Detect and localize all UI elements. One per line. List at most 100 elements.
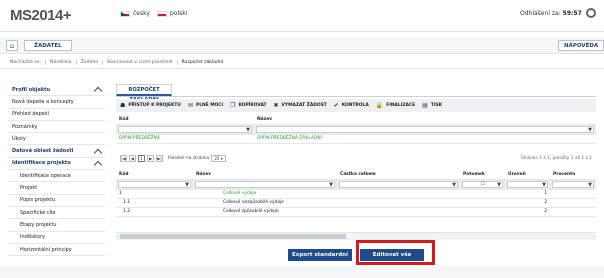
toolbar-button[interactable]: ☗ PŘÍSTUP K PROJEKTU bbox=[120, 102, 181, 109]
filter-icon[interactable]: ▼ bbox=[329, 182, 333, 188]
filter-icon[interactable]: ▼ bbox=[452, 182, 456, 188]
sidebar-item[interactable]: Přehled depeší bbox=[8, 109, 105, 121]
sidebar-item[interactable]: Úkoly bbox=[8, 133, 105, 146]
sidebar-item[interactable]: Etapy projektu bbox=[8, 219, 105, 232]
lang-polish-label: polski bbox=[170, 10, 188, 17]
toolbar-button[interactable]: 🔒 FINALIZACE bbox=[376, 102, 415, 109]
filter-icon[interactable]: ▼ bbox=[588, 127, 592, 133]
table-cell bbox=[460, 198, 505, 208]
pager-last-icon[interactable]: ▶| bbox=[156, 155, 163, 162]
sidebar-item[interactable]: Nová depeše a koncepty bbox=[8, 96, 105, 109]
column-filter[interactable]: ▼ bbox=[193, 179, 337, 190]
sidebar-item[interactable]: Identifikace projektu bbox=[8, 158, 105, 171]
sidebar: Profil objektu Nová depeše a koncepty Přeh… bbox=[8, 84, 105, 257]
filter-icon[interactable]: ▼ bbox=[497, 182, 501, 188]
sidebar-item[interactable]: Identifikace operace bbox=[8, 170, 105, 183]
column-filter[interactable]: ▼ bbox=[505, 179, 550, 190]
filter-icon[interactable]: ▼ bbox=[246, 127, 250, 133]
top-table: Kód Název ▼ ▼ DPPIK-PŘEDBĚŽNÁ DPPIK-PŘEDBĚŽ… bbox=[116, 115, 596, 144]
checkbox-icon[interactable]: ☐ bbox=[481, 182, 485, 187]
per-page-label: Položek na stránku bbox=[168, 156, 210, 161]
toolbar-button[interactable]: ✖ VYMAZAT ŽÁDOST bbox=[274, 102, 327, 109]
top-header: MS2014+ česky polski Odhlášení za: 59:57 bbox=[0, 0, 604, 32]
chevron-up-icon[interactable] bbox=[93, 160, 103, 170]
sidebar-item[interactable]: Popis projektu bbox=[8, 195, 105, 207]
scrollbar-thumb[interactable] bbox=[120, 234, 346, 239]
filter-kod[interactable]: ▼ bbox=[116, 124, 254, 135]
per-page-select[interactable]: 25 ▾ bbox=[211, 155, 226, 162]
col-kod-header: Kód bbox=[116, 115, 254, 125]
toolbar-button[interactable]: ❐ KOPÍROVAT bbox=[230, 102, 266, 109]
logo-text: MS2014+ bbox=[10, 7, 72, 24]
sidebar-item-label: Identifikace operace bbox=[20, 172, 71, 179]
pager-prev-icon[interactable]: ◀ bbox=[129, 155, 136, 162]
filter-input[interactable]: ▼ bbox=[118, 180, 191, 188]
logout-label: Odhlášení za: bbox=[520, 10, 561, 17]
column-filter[interactable]: ▼ bbox=[116, 179, 193, 190]
col-header: Částka celkem bbox=[337, 170, 460, 180]
breadcrumb-item-nastenka[interactable]: Nástěnka bbox=[46, 60, 77, 65]
filter-icon[interactable]: ▼ bbox=[185, 182, 189, 188]
budget-table: Kód Název Částka celkem Potomek Úroveň Procen… bbox=[116, 170, 596, 217]
settings-gear-icon[interactable] bbox=[586, 8, 596, 18]
toolbar-button[interactable]: ✔ KONTROLA bbox=[334, 102, 369, 109]
table-row[interactable]: 1 Celkové výdaje 1 bbox=[116, 189, 596, 199]
pager-next-icon[interactable]: ▶ bbox=[147, 155, 154, 162]
table-cell: 1 bbox=[116, 189, 193, 199]
pager-current-page[interactable]: 1 bbox=[138, 155, 145, 162]
col-header: Potomek bbox=[460, 170, 505, 180]
horizontal-scrollbar[interactable] bbox=[116, 232, 596, 240]
chevron-up-icon[interactable] bbox=[93, 86, 103, 96]
breadcrumb-item-project[interactable]: Kosmonaut v cizím prostředí bbox=[103, 60, 178, 65]
sidebar-item[interactable]: Poznámky bbox=[8, 121, 105, 134]
copy-icon: ❐ bbox=[230, 102, 236, 109]
filter-icon[interactable]: ▼ bbox=[588, 182, 592, 188]
filter-nazev[interactable]: ▼ bbox=[254, 124, 596, 135]
row-nazev[interactable]: DPPIK-PŘEDBĚŽNÁ-ZÁKLADNÍ bbox=[254, 134, 596, 144]
sidebar-item[interactable]: Horizontální principy bbox=[8, 244, 105, 257]
sidebar-item[interactable]: Indikátory bbox=[8, 232, 105, 244]
table-row[interactable]: 1.2 Celkové způsobilé výdaje 2 bbox=[116, 207, 596, 217]
row-kod[interactable]: DPPIK-PŘEDBĚŽNÁ bbox=[116, 134, 254, 144]
toolbar-button[interactable]: ▤ TISK bbox=[422, 102, 442, 109]
column-filter[interactable]: ▼ bbox=[337, 179, 460, 190]
sidebar-item-label: Úkoly bbox=[12, 135, 26, 142]
chevron-up-icon[interactable] bbox=[93, 148, 103, 157]
sidebar-item[interactable]: Profil objektu bbox=[8, 84, 105, 97]
col-header: Procento bbox=[550, 170, 596, 180]
lang-czech[interactable]: česky bbox=[120, 10, 150, 17]
tab-rozpocet-zakladni[interactable]: ROZPOČET ZÁKLADNÍ bbox=[116, 84, 172, 103]
filter-icon[interactable]: ▼ bbox=[542, 182, 546, 188]
toolbar-button[interactable]: ✉ PLNÉ MOCI bbox=[188, 102, 223, 109]
highlight-frame bbox=[356, 240, 435, 265]
sidebar-item[interactable]: Projekt bbox=[8, 182, 105, 195]
pager-first-icon[interactable]: |◀ bbox=[120, 155, 127, 162]
table-row[interactable]: 1.1 Celkové nezpůsobilé výdaje 2 bbox=[116, 198, 596, 208]
filter-input[interactable]: ▼ bbox=[195, 180, 335, 188]
sidebar-item[interactable]: Specifické cíle bbox=[8, 207, 105, 220]
filter-input[interactable]: ▼ bbox=[339, 180, 458, 188]
table-cell bbox=[337, 207, 460, 217]
table-cell: Celkové nezpůsobilé výdaje bbox=[193, 198, 337, 208]
pager-info: Stránka 1 z 1, položky 1 až 1 z 1 bbox=[520, 156, 592, 161]
app-logo[interactable]: MS2014+ bbox=[10, 7, 72, 24]
column-filter[interactable]: ▼ bbox=[550, 179, 596, 190]
lang-czech-label: česky bbox=[133, 10, 150, 17]
lang-polish[interactable]: polski bbox=[157, 10, 187, 17]
home-icon[interactable]: ⌂ bbox=[6, 40, 18, 51]
col-header: Úroveň bbox=[505, 170, 550, 180]
column-filter[interactable]: ☐ ▼ bbox=[460, 179, 505, 190]
table-cell: 2 bbox=[505, 198, 550, 208]
export-standard-button[interactable]: Export standardní bbox=[288, 249, 352, 261]
breadcrumb-item-zadatel[interactable]: Žadatel bbox=[77, 60, 104, 65]
help-button[interactable]: NÁPOVĚDA bbox=[558, 40, 604, 51]
table-cell: 2 bbox=[505, 207, 550, 217]
sidebar-item[interactable]: Datová oblast žádosti bbox=[8, 145, 105, 158]
filter-input[interactable]: ▼ bbox=[507, 180, 548, 188]
table-cell: Celkové způsobilé výdaje bbox=[193, 207, 337, 217]
logout-timer[interactable]: Odhlášení za: 59:57 bbox=[520, 10, 582, 17]
zadatel-button[interactable]: ŽADATEL bbox=[24, 40, 72, 51]
filter-input[interactable]: ▼ bbox=[552, 180, 594, 188]
filter-input[interactable]: ☐ ▼ bbox=[462, 180, 503, 188]
sidebar-item-label: Projekt bbox=[20, 185, 38, 192]
